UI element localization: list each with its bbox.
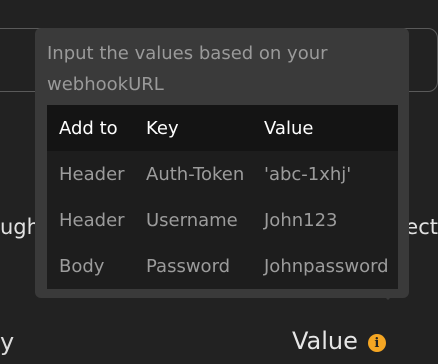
value-label: Value [292, 327, 358, 355]
table-header-row: Add to Key Value [47, 105, 398, 151]
background-label-fragment: y [0, 328, 15, 356]
table-cell-value: John123 [264, 209, 338, 231]
column-header-value: Value [252, 105, 398, 151]
table-cell-add-to: Header [59, 209, 125, 231]
background-text-fragment-left: ugh [0, 215, 40, 239]
tooltip-description: Input the values based on your webhookUR… [47, 43, 328, 95]
table-cell-value: Johnpassword [264, 255, 389, 277]
table-cell-value: 'abc-1xhj' [264, 163, 352, 185]
table-cell-key: Password [146, 255, 231, 277]
table-cell-key: Auth-Token [146, 163, 245, 185]
table-cell-add-to: Body [59, 255, 105, 277]
column-header-key: Key [134, 105, 252, 151]
webhook-values-table: Add to Key Value Header Auth-Token 'abc-… [47, 105, 398, 289]
table-cell-key: Username [146, 209, 238, 231]
column-header-add-to: Add to [47, 105, 134, 151]
table-row: Header Username John123 [47, 197, 398, 243]
table-cell-add-to: Header [59, 163, 125, 185]
webhook-values-tooltip: Input the values based on your webhookUR… [35, 28, 409, 298]
value-label-group: Value i [292, 326, 386, 356]
info-icon[interactable]: i [367, 334, 386, 352]
background-text-fragment-right: ect [405, 215, 438, 239]
tooltip-arrow [378, 290, 398, 300]
table-row: Header Auth-Token 'abc-1xhj' [47, 151, 398, 197]
table-row: Body Password Johnpassword [47, 243, 398, 289]
